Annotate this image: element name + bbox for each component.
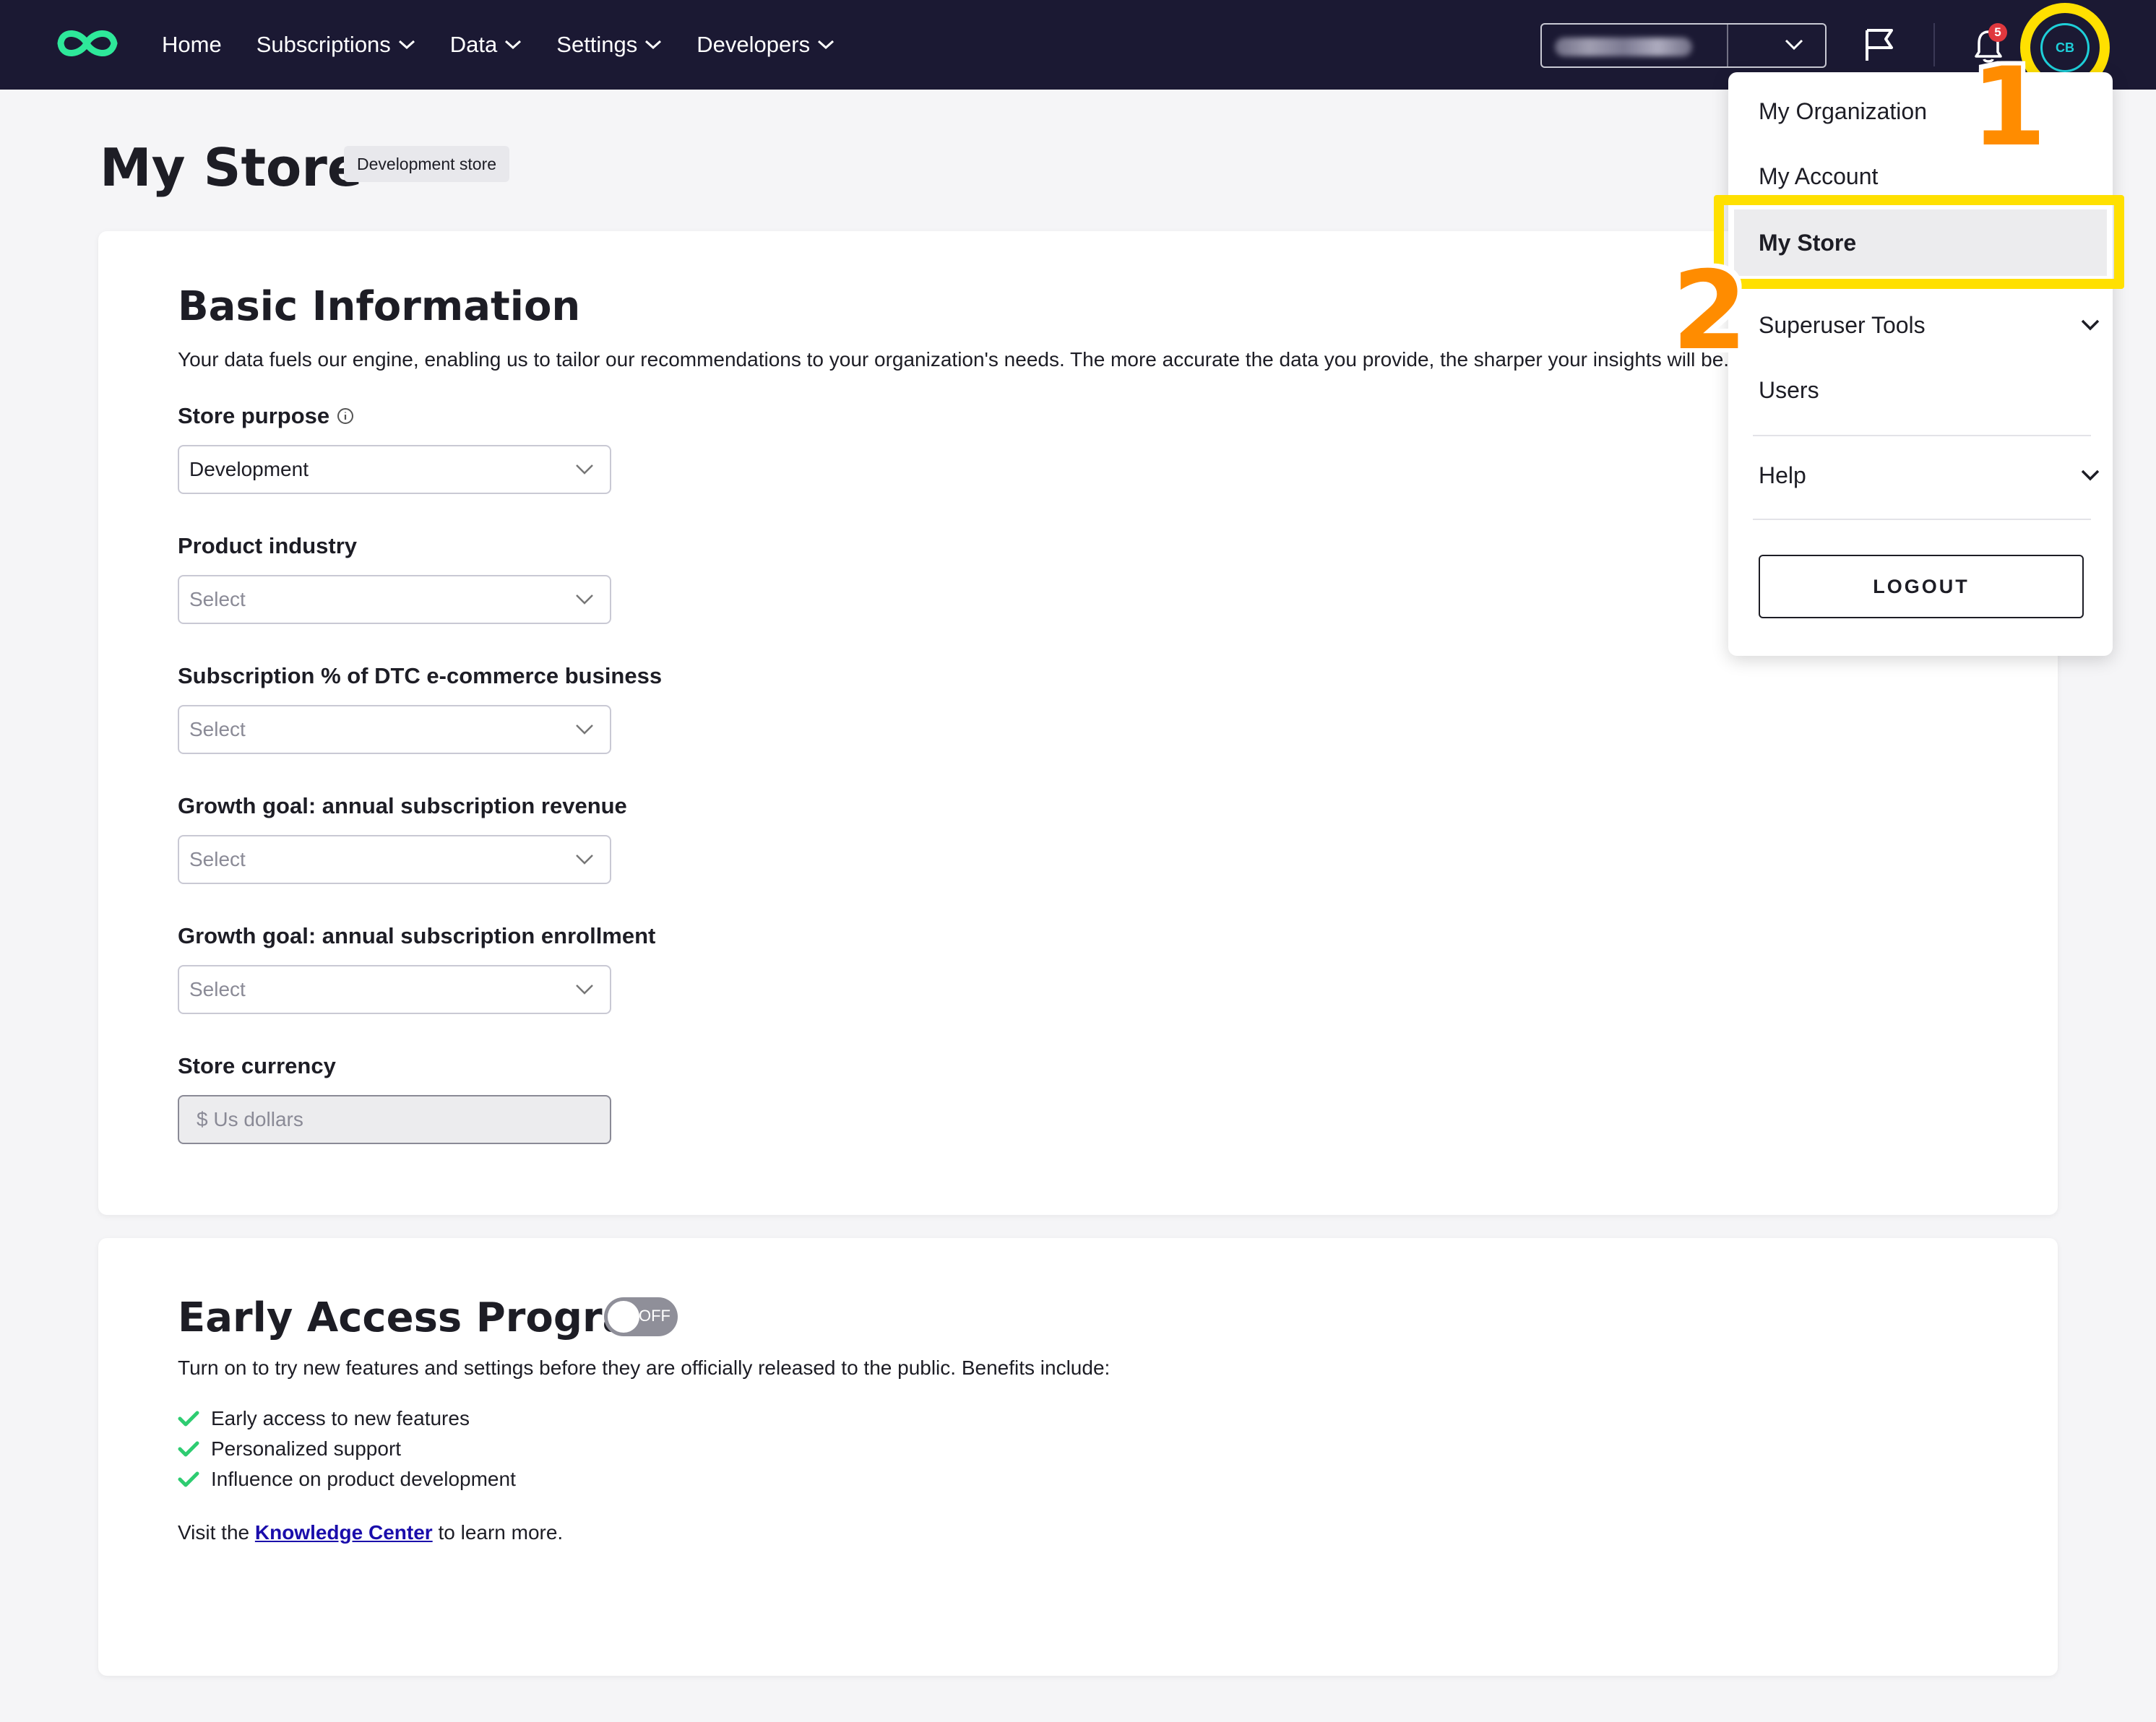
store-purpose-label-text: Store purpose (178, 403, 330, 428)
growth-enrollment-label: Growth goal: annual subscription enrollm… (178, 923, 656, 948)
menu-item-help-label: Help (1759, 462, 1806, 488)
checkmark-icon (178, 1441, 199, 1457)
menu-item-help[interactable]: Help (1759, 462, 2100, 489)
nav-settings-label: Settings (556, 32, 638, 57)
nav-data-label: Data (449, 32, 498, 57)
nav-divider (1933, 23, 1935, 66)
knowledge-center-line: Visit the Knowledge Center to learn more… (178, 1521, 563, 1544)
menu-item-my-organization[interactable]: My Organization (1759, 98, 1927, 125)
knowledge-center-link[interactable]: Knowledge Center (255, 1521, 433, 1544)
chevron-down-icon (576, 464, 593, 475)
chevron-down-icon (645, 40, 662, 50)
development-store-badge: Development store (344, 146, 510, 182)
store-purpose-label: Store purpose (178, 403, 354, 429)
growth-revenue-label: Growth goal: annual subscription revenue (178, 793, 627, 818)
store-purpose-select[interactable]: Development (178, 445, 611, 494)
flag-icon[interactable] (1864, 27, 1896, 62)
toggle-knob (608, 1301, 639, 1333)
nav-settings[interactable]: Settings (556, 32, 662, 58)
product-industry-select[interactable]: Select (178, 575, 611, 624)
early-access-card: Early Access Program OFF Turn on to try … (98, 1238, 2058, 1676)
subscription-percent-select[interactable]: Select (178, 705, 611, 754)
menu-divider (1753, 519, 2091, 520)
menu-item-users[interactable]: Users (1759, 377, 1819, 404)
menu-item-my-account[interactable]: My Account (1759, 163, 1878, 190)
chevron-down-icon (398, 40, 415, 50)
benefit-text: Personalized support (211, 1437, 402, 1460)
nav-home[interactable]: Home (162, 32, 222, 58)
subscription-percent-value: Select (189, 718, 246, 740)
page-title: My Store (100, 137, 363, 198)
benefit-item: Early access to new features (178, 1407, 470, 1430)
menu-divider (1753, 435, 2091, 436)
chevron-down-icon (505, 40, 522, 50)
store-switcher-select[interactable] (1540, 23, 1827, 68)
growth-enrollment-value: Select (189, 978, 246, 1000)
growth-revenue-select[interactable]: Select (178, 835, 611, 884)
early-access-toggle[interactable]: OFF (604, 1297, 678, 1336)
checkmark-icon (178, 1471, 199, 1487)
subscription-percent-label: Subscription % of DTC e-commerce busines… (178, 663, 663, 688)
benefit-text: Influence on product development (211, 1468, 516, 1490)
user-dropdown-menu: My Organization My Account My Store Supe… (1728, 72, 2113, 656)
toggle-state-label: OFF (639, 1307, 670, 1325)
chevron-down-icon (818, 40, 835, 50)
chevron-down-icon (1785, 39, 1803, 51)
step-2-number: 2 (1672, 248, 1748, 374)
growth-enrollment-select[interactable]: Select (178, 965, 611, 1014)
early-access-description: Turn on to try new features and settings… (178, 1357, 1111, 1379)
benefit-item: Personalized support (178, 1437, 401, 1461)
growth-revenue-value: Select (189, 848, 246, 870)
step-2-highlight-box (1714, 195, 2124, 289)
select-divider (1727, 25, 1728, 66)
step-1-number: 1 (1971, 45, 2047, 170)
kc-prefix: Visit the (178, 1521, 255, 1544)
nav-data[interactable]: Data (450, 32, 522, 58)
product-industry-value: Select (189, 588, 246, 610)
store-currency-field: $ Us dollars (178, 1095, 611, 1144)
chevron-down-icon (576, 594, 593, 605)
info-icon[interactable] (337, 407, 354, 425)
blurred-store-name (1555, 38, 1692, 56)
nav-subscriptions-label: Subscriptions (256, 32, 391, 57)
brand-logo-icon[interactable] (55, 22, 120, 65)
chevron-down-icon (576, 854, 593, 865)
early-access-title: Early Access Program (178, 1294, 672, 1341)
nav-developers[interactable]: Developers (697, 32, 835, 58)
product-industry-label: Product industry (178, 533, 358, 558)
menu-item-superuser-tools[interactable]: Superuser Tools (1759, 312, 2100, 339)
notification-count-badge: 5 (1988, 23, 2007, 42)
user-avatar[interactable]: CB (2040, 23, 2090, 72)
chevron-down-icon (576, 724, 593, 735)
benefit-item: Influence on product development (178, 1468, 516, 1491)
chevron-down-icon (576, 985, 593, 995)
chevron-down-icon (2081, 319, 2100, 331)
store-purpose-value: Development (189, 458, 309, 480)
basic-information-title: Basic Information (178, 283, 581, 330)
chevron-down-icon (2081, 470, 2100, 481)
nav-subscriptions[interactable]: Subscriptions (256, 32, 415, 58)
benefit-text: Early access to new features (211, 1407, 470, 1429)
nav-home-label: Home (162, 32, 222, 57)
menu-item-superuser-tools-label: Superuser Tools (1759, 312, 1926, 338)
kc-suffix: to learn more. (432, 1521, 564, 1544)
checkmark-icon (178, 1411, 199, 1427)
logout-button[interactable]: LOGOUT (1759, 555, 2084, 618)
basic-information-description: Your data fuels our engine, enabling us … (178, 348, 1730, 371)
store-currency-label: Store currency (178, 1053, 336, 1078)
main-menu: Home Subscriptions Data Settings Develop… (162, 0, 869, 90)
nav-developers-label: Developers (697, 32, 811, 57)
